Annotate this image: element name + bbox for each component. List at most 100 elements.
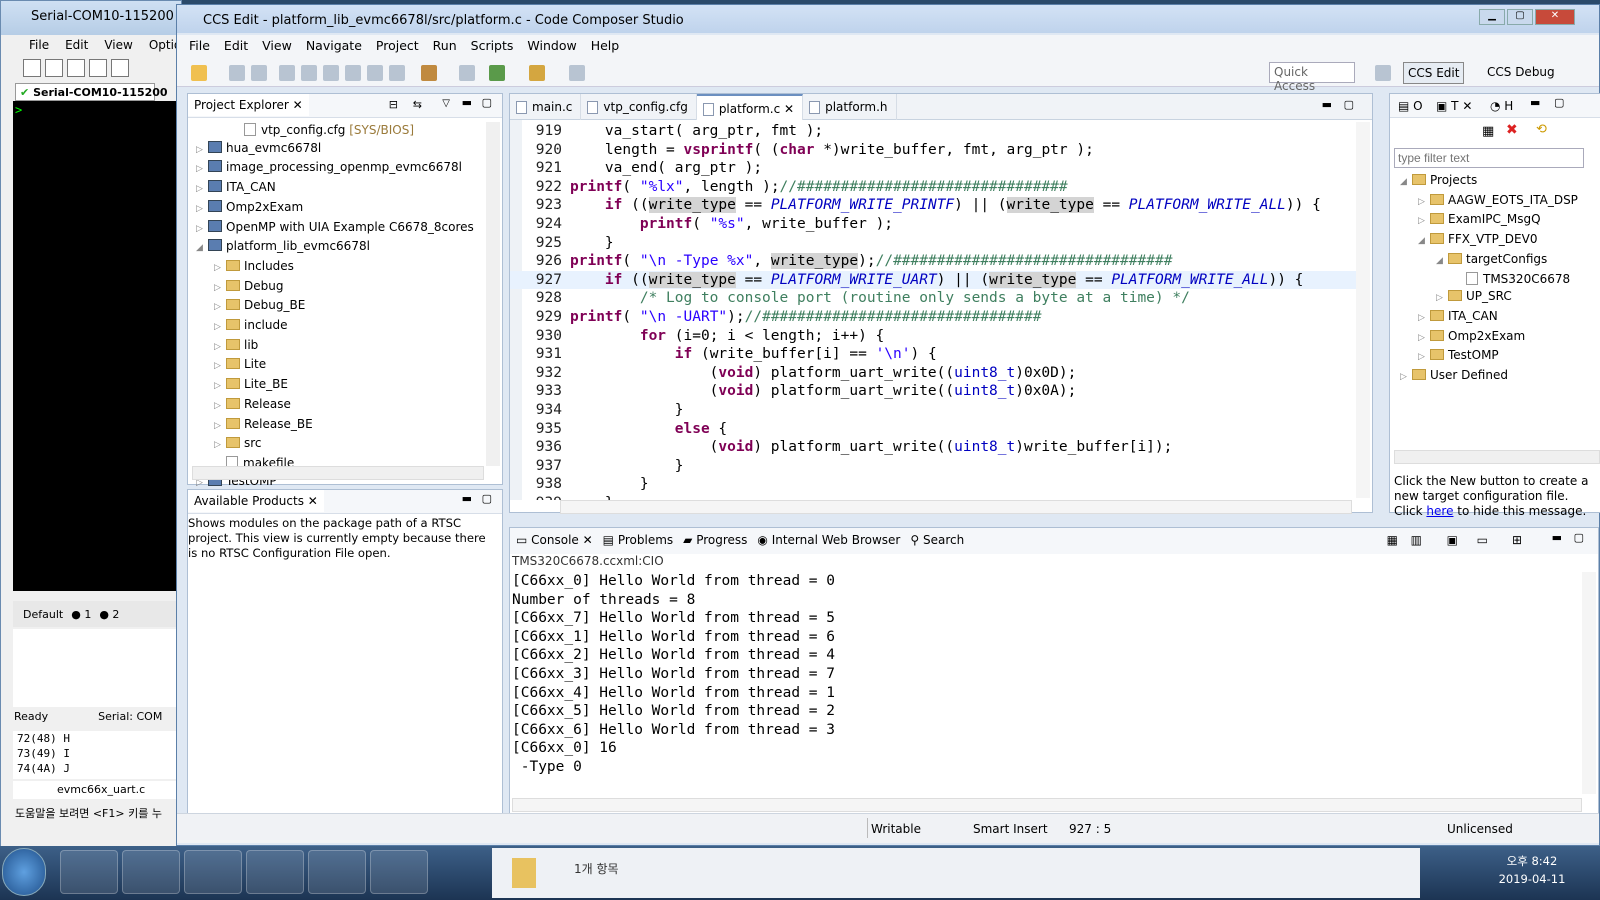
maximize-icon[interactable]: ▢ (1344, 98, 1354, 111)
vertical-scrollbar[interactable] (486, 122, 500, 466)
code-line[interactable]: } (570, 475, 649, 494)
minimize-icon[interactable]: ▬ (462, 96, 472, 109)
code-line[interactable]: printf( "%s", write_buffer ); (570, 215, 893, 234)
maximize-icon[interactable]: ▢ (1507, 9, 1533, 25)
chevron-right-icon[interactable]: ▷ (214, 319, 226, 337)
chevron-icon[interactable]: ▷ (1436, 290, 1448, 308)
chevron-right-icon[interactable]: ▷ (196, 201, 208, 219)
open-perspective-icon[interactable] (1375, 65, 1391, 81)
tree-item[interactable]: ▷ Lite (192, 356, 484, 376)
close-icon[interactable] (111, 59, 129, 77)
code-line[interactable]: if ((write_type == PLATFORM_WRITE_UART) … (570, 271, 1303, 290)
console-vertical-scrollbar[interactable] (1582, 572, 1596, 794)
perspective-ccs-debug[interactable]: CCS Debug (1483, 62, 1559, 84)
menu-file[interactable]: File (189, 38, 210, 57)
chevron-icon[interactable]: ▷ (1418, 310, 1430, 328)
start-button[interactable] (2, 848, 46, 896)
tab-available-products[interactable]: Available Products ✕ (188, 490, 324, 512)
chevron-right-icon[interactable]: ▷ (214, 299, 226, 317)
tree-item[interactable]: ▷ lib (192, 337, 484, 357)
delete-icon[interactable]: ✖ (1506, 122, 1518, 138)
chevron-down-icon[interactable]: ◢ (196, 240, 208, 258)
serial-menu-view[interactable]: View (104, 38, 132, 57)
minimize-icon[interactable]: ▁ (1479, 9, 1505, 25)
code-line[interactable]: /* Log to console port (routine only sen… (570, 289, 1190, 308)
disconnect-icon[interactable] (45, 59, 63, 77)
target-tree-item[interactable]: ◢ FFX_VTP_DEV0 (1400, 231, 1578, 251)
code-line[interactable]: for (i=0; i < length; i++) { (570, 327, 884, 346)
console-output[interactable]: [C66xx_0] Hello World from thread = 0 Num… (512, 572, 1562, 792)
minimize-icon[interactable]: ▬ (1530, 96, 1540, 109)
settings-icon[interactable] (89, 59, 107, 77)
tree-item[interactable]: ▷ OpenMP with UIA Example C6678_8cores (192, 219, 484, 239)
tree-item[interactable]: ▷ Debug (192, 278, 484, 298)
step-over-icon[interactable] (367, 65, 383, 81)
refresh-icon[interactable]: ⟲ (1536, 122, 1547, 137)
minimize-icon[interactable]: ▬ (1322, 98, 1332, 111)
code-area[interactable]: 919 va_start( arg_ptr, fmt ); 920 length … (510, 120, 1356, 500)
tab-internal-web-browser[interactable]: ◉ Internal Web Browser (757, 533, 900, 554)
code-line[interactable]: } (570, 401, 684, 420)
target-tree-item[interactable]: ▷ User Defined (1400, 367, 1578, 387)
tab-progress[interactable]: ▰ Progress (683, 533, 747, 554)
serial-session-tab[interactable]: ✔ Serial-COM10-115200 (15, 83, 168, 101)
close-icon[interactable]: ✕ (780, 102, 794, 116)
save-icon[interactable] (229, 65, 245, 81)
editor-vertical-scrollbar[interactable] (1356, 122, 1370, 498)
target-tree-item[interactable]: ▷ AAGW_EOTS_ITA_DSP (1400, 192, 1578, 212)
tab-project-explorer[interactable]: Project Explorer ✕ (188, 94, 309, 116)
hide-message-link[interactable]: here (1426, 504, 1453, 518)
chevron-right-icon[interactable]: ▷ (214, 339, 226, 357)
code-line[interactable]: length = vsprintf( (char *)write_buffer,… (570, 141, 1094, 160)
maximize-icon[interactable]: ▢ (482, 96, 492, 109)
tree-item[interactable]: ▷ src (192, 435, 484, 455)
chevron-right-icon[interactable]: ▷ (214, 437, 226, 455)
target-horizontal-scrollbar[interactable] (1394, 450, 1600, 464)
minimize-icon[interactable]: ▬ (1552, 531, 1562, 544)
terminal-icon[interactable] (308, 850, 366, 894)
maximize-icon[interactable]: ▢ (1554, 96, 1564, 109)
new-target-icon[interactable]: ▦ (1482, 124, 1494, 139)
target-tree-item[interactable]: ▷ Omp2xExam (1400, 328, 1578, 348)
search-icon[interactable] (459, 65, 475, 81)
menu-edit[interactable]: Edit (224, 38, 248, 57)
chevron-right-icon[interactable]: ▷ (214, 378, 226, 396)
chevron-icon[interactable]: ▷ (1418, 194, 1430, 212)
code-line[interactable]: printf( "%lx", length );//##############… (570, 178, 1068, 197)
new-icon[interactable] (67, 59, 85, 77)
step-into-icon[interactable] (345, 65, 361, 81)
save-all-icon[interactable] (251, 65, 267, 81)
tab-help[interactable]: ◔ H (1490, 99, 1513, 113)
clear-console-icon[interactable]: ▦ (1387, 533, 1398, 547)
collapse-all-icon[interactable]: ⊟ (389, 98, 398, 111)
system-clock[interactable]: 오후 8:42 2019-04-11 (1472, 852, 1592, 888)
new-icon[interactable] (191, 65, 207, 81)
code-line[interactable]: va_end( arg_ptr ); (570, 159, 762, 178)
link-editor-icon[interactable]: ⇆ (413, 98, 422, 111)
code-line[interactable]: (void) platform_uart_write((uint8_t)0x0D… (570, 364, 1077, 383)
chevron-right-icon[interactable]: ▷ (214, 280, 226, 298)
chevron-icon[interactable]: ▷ (1418, 349, 1430, 367)
code-line[interactable]: (void) platform_uart_write((uint8_t)writ… (570, 438, 1173, 457)
tree-item[interactable]: ▷ Lite_BE (192, 376, 484, 396)
terminate-icon[interactable] (323, 65, 339, 81)
chevron-right-icon[interactable]: ▷ (214, 358, 226, 376)
serial-menu-file[interactable]: File (29, 38, 49, 57)
maximize-icon[interactable]: ▢ (1574, 531, 1584, 544)
tab-target[interactable]: ▣ T ✕ (1436, 99, 1472, 113)
editor-tab[interactable]: platform.c ✕ (696, 94, 804, 120)
chevron-icon[interactable]: ▷ (1400, 369, 1412, 387)
editor-tab[interactable]: vtp_config.cfg (581, 94, 697, 120)
target-tree-item[interactable]: ◢ Projects (1400, 172, 1578, 192)
chevron-right-icon[interactable]: ▷ (196, 161, 208, 179)
menu-project[interactable]: Project (376, 38, 419, 57)
serial-menu-edit[interactable]: Edit (65, 38, 88, 57)
profile-select[interactable]: Default (23, 608, 63, 621)
menu-help[interactable]: Help (591, 38, 620, 57)
chevron-icon[interactable]: ▷ (1418, 213, 1430, 231)
chevron-icon[interactable]: ◢ (1436, 253, 1448, 271)
display-console-icon[interactable]: ▭ (1477, 533, 1488, 547)
menu-window[interactable]: Window (527, 38, 576, 57)
scroll-lock-icon[interactable]: ▥ (1411, 533, 1422, 547)
chevron-right-icon[interactable]: ▷ (196, 221, 208, 239)
